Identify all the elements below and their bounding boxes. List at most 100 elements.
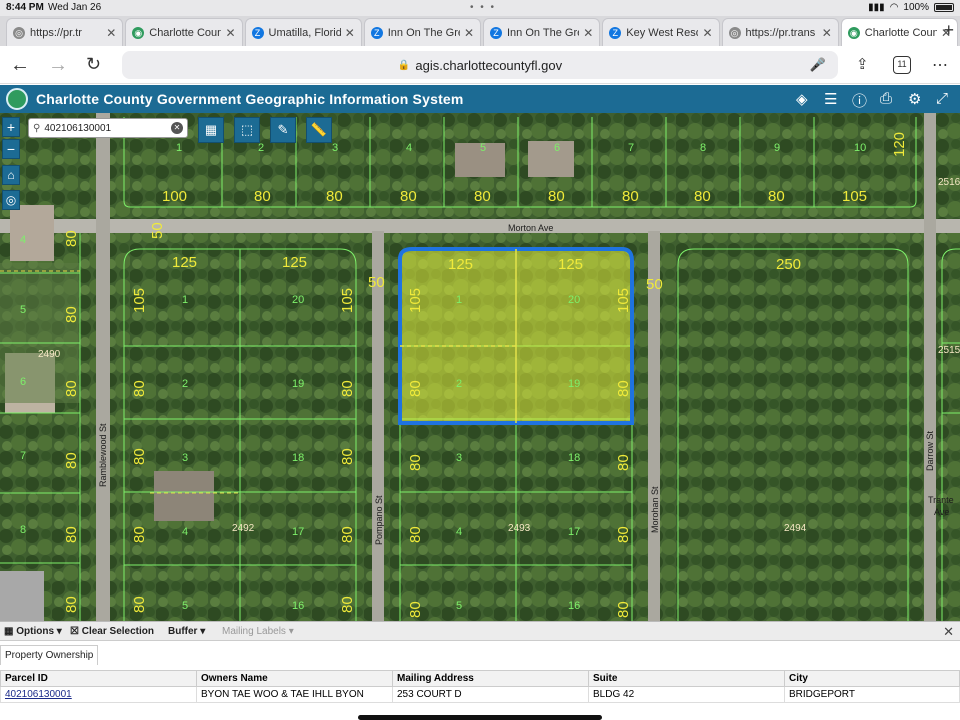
svg-text:16: 16 <box>292 600 304 612</box>
more-icon[interactable]: ⋯ <box>932 55 948 75</box>
tab-property-ownership[interactable]: Property Ownership <box>0 645 99 665</box>
options-button[interactable]: ▦ Options ▾ <box>4 626 62 637</box>
svg-text:18: 18 <box>292 452 304 464</box>
map-view[interactable]: 100 80 80 80 80 80 80 80 80 105 125 125 125 125 … <box>0 113 960 621</box>
svg-text:80: 80 <box>63 306 80 323</box>
microphone-icon[interactable]: 🎤 <box>810 57 826 73</box>
browser-tab[interactable]: Z Inn On The Gre ✕ <box>483 18 601 46</box>
svg-text:80: 80 <box>768 188 785 205</box>
svg-text:80: 80 <box>131 380 148 397</box>
browser-tab[interactable]: ◉ Charlotte Coun ✕ <box>125 18 243 46</box>
close-tab-icon[interactable]: ✕ <box>822 26 832 40</box>
forward-icon[interactable]: → <box>48 54 68 77</box>
battery-percent: 100% <box>903 2 929 13</box>
browser-tab[interactable]: Z Key West Resor ✕ <box>602 18 720 46</box>
svg-text:3: 3 <box>456 452 462 464</box>
svg-text:125: 125 <box>558 256 583 273</box>
close-tab-icon[interactable]: ✕ <box>345 26 355 40</box>
results-panel: Property Ownership ⚙ Parcel ID Owners Na… <box>0 641 960 720</box>
layers-icon[interactable]: ◈ <box>796 90 808 108</box>
browser-tab[interactable]: Z Inn On The Gre ✕ <box>363 18 481 46</box>
buffer-button[interactable]: Buffer ▾ <box>168 626 205 637</box>
close-tab-icon[interactable]: ✕ <box>106 26 116 40</box>
zoom-out-button[interactable]: − <box>2 139 20 159</box>
info-icon[interactable]: ⓘ <box>852 90 867 111</box>
svg-text:3: 3 <box>182 452 188 464</box>
clear-search-icon[interactable]: ✕ <box>171 122 183 134</box>
share-icon[interactable]: ⇪ <box>856 55 869 73</box>
locate-icon[interactable]: ◎ <box>2 190 20 210</box>
zoom-in-button[interactable]: + <box>2 117 20 137</box>
legend-list-icon[interactable]: ☰ <box>824 90 837 108</box>
new-tab-icon[interactable]: + <box>943 20 954 41</box>
parcel-id-link[interactable]: 402106130001 <box>5 689 72 700</box>
ccgis-icon: ◉ <box>847 26 860 39</box>
notes-icon[interactable]: ✎ <box>270 117 296 143</box>
zillow-icon: Z <box>490 26 502 39</box>
reload-icon[interactable]: ↻ <box>86 54 101 75</box>
back-icon[interactable]: ← <box>10 54 30 77</box>
column-header[interactable]: Mailing Address <box>392 670 589 687</box>
clear-selection-button[interactable]: ☒ Clear Selection <box>70 626 154 637</box>
close-tab-icon[interactable]: ✕ <box>464 26 474 40</box>
close-tab-icon[interactable]: ✕ <box>583 26 593 40</box>
svg-text:80: 80 <box>131 596 148 613</box>
close-panel-icon[interactable]: ✕ <box>943 624 954 640</box>
column-header[interactable]: Suite <box>588 670 785 687</box>
multitask-dots-icon[interactable]: • • • <box>470 2 496 13</box>
block-number: 2492 <box>232 523 255 534</box>
svg-text:17: 17 <box>292 526 304 538</box>
zoom-extent-icon[interactable]: ⤢ <box>936 90 948 107</box>
svg-text:19: 19 <box>568 378 580 390</box>
svg-text:80: 80 <box>63 380 80 397</box>
browser-tab-active[interactable]: ◉ Charlotte Coun ✕ <box>840 18 958 46</box>
svg-text:125: 125 <box>282 254 307 271</box>
home-indicator[interactable] <box>358 715 602 720</box>
status-date: Wed Jan 26 <box>48 2 102 13</box>
block-number: 2515 <box>938 345 960 356</box>
svg-text:2: 2 <box>258 142 264 154</box>
svg-text:1: 1 <box>182 294 188 306</box>
column-header[interactable]: Owners Name <box>196 670 393 687</box>
address-bar[interactable]: 🔒 agis.charlottecountyfl.gov 🎤 <box>122 51 838 79</box>
basemap-grid-icon[interactable]: ▦ <box>198 117 224 143</box>
svg-text:80: 80 <box>131 448 148 465</box>
browser-tab[interactable]: Z Umatilla, Florid ✕ <box>244 18 362 46</box>
svg-text:80: 80 <box>339 596 356 613</box>
lock-icon: 🔒 <box>397 59 411 71</box>
app-title: Charlotte County Government Geographic I… <box>36 91 464 107</box>
street-label: Trante <box>928 495 954 505</box>
print-icon[interactable]: ⎙ <box>880 90 892 107</box>
ipad-screen: 8:44 PM Wed Jan 26 • • • ▮▮▮ ◠ 100% ◎ htt… <box>0 0 960 720</box>
close-tab-icon[interactable]: ✕ <box>225 26 235 40</box>
morton-ave-road <box>0 219 960 233</box>
table-row[interactable]: 402106130001 BYON TAE WOO & TAE IHLL BYO… <box>0 686 960 703</box>
browser-tab[interactable]: ◎ https://pr.tr ✕ <box>6 18 124 46</box>
svg-text:1: 1 <box>176 142 182 154</box>
tab-count-button[interactable]: 11 <box>893 56 911 74</box>
svg-text:8: 8 <box>700 142 706 154</box>
svg-text:80: 80 <box>400 188 417 205</box>
column-header[interactable]: Parcel ID <box>0 670 197 687</box>
svg-text:10: 10 <box>854 142 866 154</box>
ccgis-icon: ◉ <box>132 26 145 39</box>
home-extent-icon[interactable]: ⌂ <box>2 165 20 185</box>
svg-text:105: 105 <box>842 188 867 205</box>
select-box-icon[interactable]: ⬚ <box>234 117 260 143</box>
measure-ruler-icon[interactable]: 📏 <box>306 117 332 143</box>
parcel-search-input[interactable]: ⚲ 402106130001 ✕ <box>28 118 188 138</box>
svg-text:80: 80 <box>407 601 424 618</box>
tools-icon[interactable]: ⚙ <box>908 90 921 108</box>
browser-tab[interactable]: ◎ https://pr.trans ✕ <box>721 18 839 46</box>
mailing-labels-button[interactable]: Mailing Labels ▾ <box>222 626 294 637</box>
house-roof <box>154 471 214 521</box>
aerial-map[interactable]: 100 80 80 80 80 80 80 80 80 105 125 125 125 125 … <box>0 113 960 621</box>
column-header[interactable]: City <box>784 670 960 687</box>
svg-text:100: 100 <box>162 188 187 205</box>
close-tab-icon[interactable]: ✕ <box>702 26 712 40</box>
house-roof <box>0 571 44 621</box>
parcel-id-cell[interactable]: 402106130001 <box>0 686 197 703</box>
svg-text:80: 80 <box>339 380 356 397</box>
svg-text:5: 5 <box>456 600 462 612</box>
svg-text:7: 7 <box>20 450 26 462</box>
